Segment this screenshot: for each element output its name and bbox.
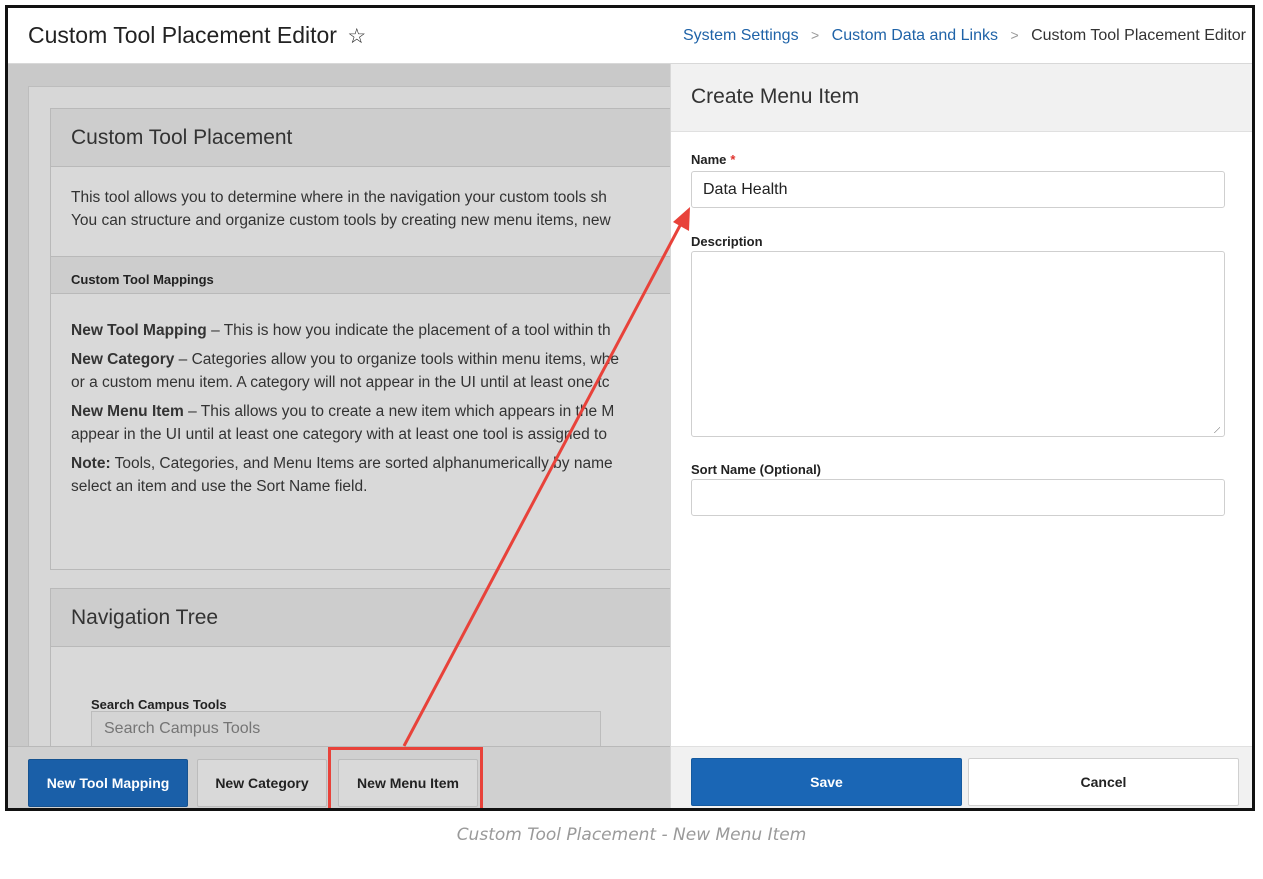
page-title-text: Custom Tool Placement Editor [28,22,337,48]
intro-line: You can structure and organize custom to… [71,212,611,229]
mapping-item: New Tool Mapping – This is how you indic… [71,319,670,342]
placement-card-body: This tool allows you to determine where … [51,167,670,498]
mapping-desc: – This is how you indicate the placement… [206,322,611,339]
create-menu-item-panel: Create Menu Item Name* Description Sort … [670,64,1252,808]
mapping-desc: appear in the UI until at least one cate… [71,426,607,443]
required-mark: * [730,152,736,167]
mapping-desc: Tools, Categories, and Menu Items are so… [110,455,613,472]
cancel-button[interactable]: Cancel [968,758,1239,806]
name-label: Name * [691,152,735,167]
mapping-item: Note: Tools, Categories, and Menu Items … [71,452,670,498]
mapping-term: New Tool Mapping [71,322,207,339]
sort-name-label: Sort Name (Optional) [691,462,822,477]
page-header: Custom Tool Placement Editor ☆ System Se… [8,8,1252,64]
mapping-term: New Category [71,351,175,368]
mappings-heading: Custom Tool Mappings [51,256,670,294]
search-input[interactable] [91,711,601,746]
new-category-button[interactable]: New Category [197,759,327,807]
figure-caption: Custom Tool Placement - New Menu Item [456,825,807,845]
description-field[interactable] [691,251,1225,437]
new-tool-mapping-button[interactable]: New Tool Mapping [28,759,188,807]
breadcrumb-current: Custom Tool Placement Editor [1031,27,1246,44]
chevron-right-icon: > [1010,27,1019,43]
breadcrumb-system-settings[interactable]: System Settings [683,27,799,44]
resize-handle-icon[interactable] [1212,425,1220,433]
nav-tree-title: Navigation Tree [51,589,670,647]
star-icon[interactable]: ☆ [347,25,366,48]
mapping-term: Note: [71,455,111,472]
intro-line: This tool allows you to determine where … [71,189,607,206]
mapping-desc: – Categories allow you to organize tools… [174,351,619,368]
search-label: Search Campus Tools [91,697,227,712]
panel-title: Create Menu Item [671,64,1252,132]
page-title: Custom Tool Placement Editor ☆ [28,22,366,49]
mapping-desc: select an item and use the Sort Name fie… [71,478,368,495]
name-field[interactable] [691,171,1225,208]
placement-card-title: Custom Tool Placement [51,109,670,167]
mapping-item: New Menu Item – This allows you to creat… [71,400,670,446]
sort-name-field[interactable] [691,479,1225,516]
placement-card: Custom Tool Placement This tool allows y… [50,108,670,570]
nav-tree-card: Navigation Tree Search Campus Tools [50,588,670,746]
app-window: Custom Tool Placement Editor ☆ System Se… [5,5,1255,811]
editor-background: Custom Tool Placement This tool allows y… [8,64,670,746]
mappings-list: New Tool Mapping – This is how you indic… [71,294,670,498]
mapping-term: New Menu Item [71,403,184,420]
name-label-text: Name [691,152,727,167]
highlight-box [328,747,483,808]
save-button[interactable]: Save [691,758,962,806]
mapping-desc: – This allows you to create a new item w… [183,403,615,420]
mapping-item: New Category – Categories allow you to o… [71,348,670,394]
chevron-right-icon: > [811,27,820,43]
action-bar: New Tool Mapping New Category New Menu I… [8,746,670,808]
mapping-desc: or a custom menu item. A category will n… [71,374,610,391]
intro-text: This tool allows you to determine where … [71,167,670,232]
breadcrumb: System Settings > Custom Data and Links … [683,27,1246,45]
panel-footer: Save Cancel [671,746,1252,808]
breadcrumb-custom-data-links[interactable]: Custom Data and Links [832,27,998,44]
description-label: Description [691,234,763,249]
